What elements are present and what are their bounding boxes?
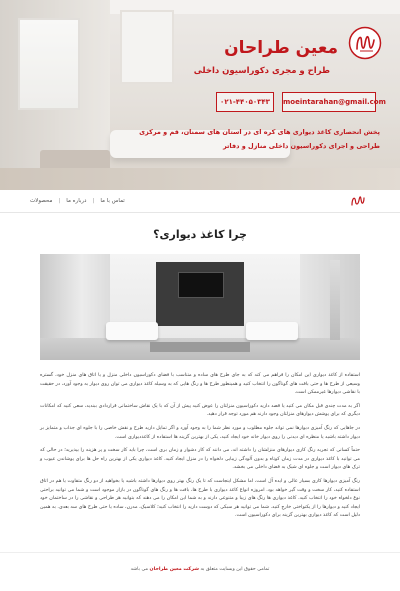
copyright-text: تمامی حقوق این وبسایت متعلق به شرکت معین…: [0, 567, 400, 572]
nav-separator: |: [92, 198, 95, 204]
phone-box[interactable]: ۰۲۱-۴۴۰۵۰۳۴۳: [216, 92, 274, 112]
nav-item-products[interactable]: محصولات: [30, 198, 52, 204]
brand-tagline: طراح و مجری دکوراسیون داخلی: [193, 66, 330, 76]
page-title: چرا کاغذ دیواری؟: [153, 228, 247, 241]
photo-lamp: [330, 260, 340, 340]
article-paragraph: حتماً کسانی که تجربه رنگ کاری دیوارهای م…: [40, 448, 360, 471]
copyright-prefix: تمامی حقوق این وبسایت متعلق به: [198, 567, 270, 572]
copyright-suffix: می باشد: [130, 567, 150, 572]
main-navigation: محصولات | درباره ما | تماس با ما: [0, 190, 400, 213]
nav-item-about[interactable]: درباره ما: [66, 198, 86, 204]
photo-sofa-right: [246, 322, 298, 340]
photo-sofa-left: [106, 322, 158, 340]
nav-links: محصولات | درباره ما | تماس با ما: [30, 190, 131, 212]
nav-item-contact[interactable]: تماس با ما: [100, 198, 124, 204]
article-paragraph: در جاهایی که رنگ آمیزی دیوارها نمی تواند…: [40, 425, 360, 440]
monogram-logo-icon[interactable]: [348, 26, 382, 60]
nav-logo-icon[interactable]: [350, 193, 366, 209]
photo-rug: [150, 342, 250, 352]
nav-separator: |: [58, 198, 61, 204]
article-paragraph: اگر به مدت چندی قبل مکان می کنید یا قصد …: [40, 403, 360, 418]
hero-banner: معین طراحان طراح و مجری دکوراسیون داخلی …: [0, 0, 400, 190]
brand-name[interactable]: معین طراحان: [224, 38, 338, 58]
photo-tv: [178, 272, 224, 298]
article-paragraph: رنگ آمیزی دیوارها کاری بسیار عالی و ایده…: [40, 478, 360, 519]
email-box[interactable]: moeintarahan@gmail.com: [282, 92, 386, 112]
article-body: استفاده از کاغذ دیواری این امکان را فراه…: [40, 372, 360, 526]
copyright-brand-link[interactable]: شرکت معین طراحان: [150, 567, 199, 572]
living-room-photo: [40, 254, 360, 360]
article-paragraph: استفاده از کاغذ دیواری این امکان را فراه…: [40, 373, 360, 396]
hero-description-line2: طراحی و اجرای دکوراسیون داخلی منازل و دف…: [222, 142, 380, 150]
hero-description-line1: پخش انحصاری کاغذ دیواری های کره ای در اس…: [139, 128, 380, 136]
footer: تمامی حقوق این وبسایت متعلق به شرکت معین…: [0, 552, 400, 591]
